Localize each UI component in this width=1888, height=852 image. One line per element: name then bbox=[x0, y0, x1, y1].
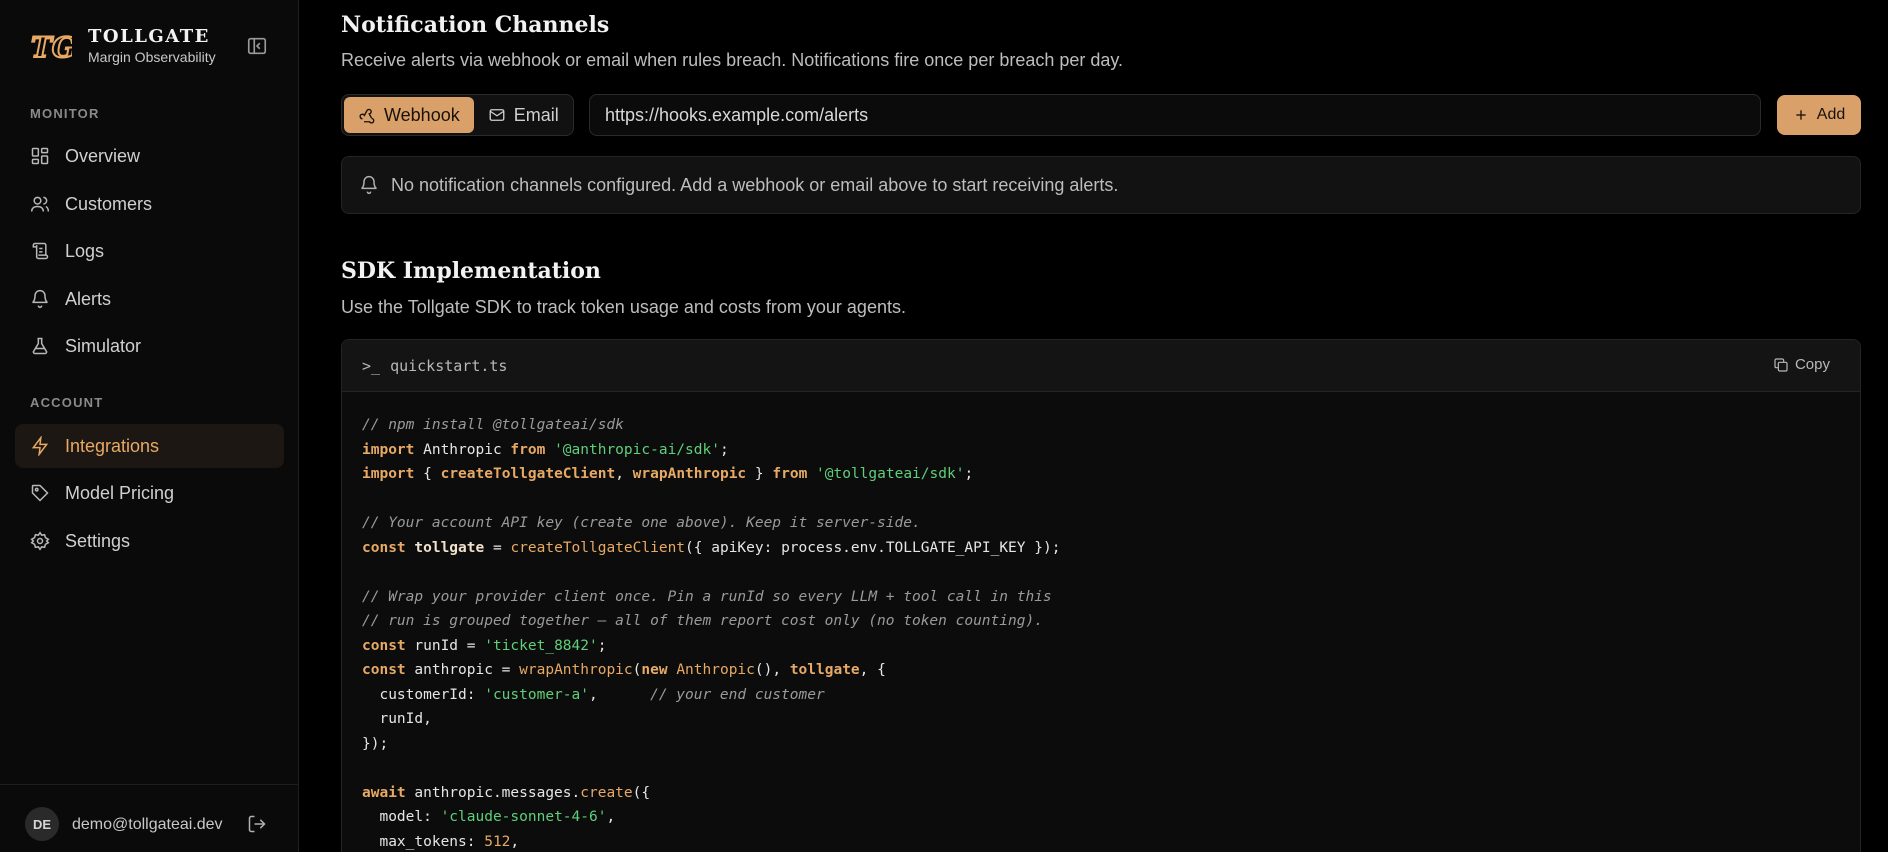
sidebar-item-overview[interactable]: Overview bbox=[15, 134, 284, 178]
copy-label: Copy bbox=[1794, 356, 1830, 373]
sidebar-item-label: Logs bbox=[65, 240, 105, 261]
grid-icon bbox=[30, 146, 50, 166]
tollgate-logo-icon: TG bbox=[30, 30, 72, 64]
sidebar: TG TOLLGATE Margin Observability MONITOR… bbox=[0, 0, 299, 852]
notifications-description: Receive alerts via webhook or email when… bbox=[341, 50, 1124, 70]
code-filename: quickstart.ts bbox=[390, 356, 508, 375]
nav-section-monitor: MONITOR bbox=[30, 106, 100, 121]
zap-icon bbox=[30, 436, 50, 456]
terminal-icon: >_ bbox=[362, 356, 381, 375]
sidebar-item-label: Overview bbox=[65, 145, 141, 166]
code-block: >_ quickstart.ts Copy // npm install @to… bbox=[341, 339, 1861, 852]
nav-section-account: ACCOUNT bbox=[30, 395, 104, 410]
avatar[interactable]: DE bbox=[25, 807, 59, 841]
sidebar-item-alerts[interactable]: Alerts bbox=[15, 277, 284, 321]
copy-button[interactable]: Copy bbox=[1773, 356, 1830, 373]
mail-icon bbox=[488, 106, 506, 124]
gear-icon bbox=[30, 531, 50, 551]
sidebar-item-label: Integrations bbox=[65, 435, 160, 456]
tab-email[interactable]: Email bbox=[474, 97, 573, 133]
flask-icon bbox=[30, 336, 50, 356]
tag-icon bbox=[30, 483, 50, 503]
users-icon bbox=[30, 194, 50, 214]
sidebar-item-label: Alerts bbox=[65, 288, 112, 309]
code-header: >_ quickstart.ts Copy bbox=[342, 340, 1860, 392]
user-bar: DE demo@tollgateai.dev bbox=[0, 784, 299, 852]
tab-webhook-label: Webhook bbox=[384, 104, 460, 125]
sidebar-item-customers[interactable]: Customers bbox=[15, 182, 284, 226]
code-content[interactable]: // npm install @tollgateai/sdk import An… bbox=[342, 392, 1860, 852]
sidebar-item-logs[interactable]: Logs bbox=[15, 229, 284, 273]
scroll-icon bbox=[30, 241, 50, 261]
svg-text:TG: TG bbox=[31, 31, 72, 64]
bell-icon bbox=[359, 175, 379, 195]
add-button-label: Add bbox=[1816, 106, 1846, 123]
plus-icon bbox=[1793, 107, 1809, 123]
sidebar-collapse-icon[interactable] bbox=[246, 35, 268, 57]
sidebar-item-label: Simulator bbox=[65, 335, 142, 356]
sdk-title: SDK Implementation bbox=[341, 258, 601, 284]
sidebar-item-label: Settings bbox=[65, 530, 131, 551]
brand[interactable]: TG TOLLGATE Margin Observability bbox=[30, 26, 216, 66]
add-channel-button[interactable]: Add bbox=[1777, 95, 1861, 135]
notifications-title: Notification Channels bbox=[341, 12, 610, 38]
webhook-url-input[interactable] bbox=[589, 94, 1761, 136]
copy-icon bbox=[1773, 357, 1789, 373]
sidebar-item-integrations[interactable]: Integrations bbox=[15, 424, 284, 468]
empty-notice-text: No notification channels configured. Add… bbox=[391, 174, 1119, 195]
brand-subtitle: Margin Observability bbox=[88, 49, 216, 65]
sidebar-item-label: Model Pricing bbox=[65, 482, 175, 503]
brand-name: TOLLGATE bbox=[88, 26, 210, 47]
tab-email-label: Email bbox=[513, 104, 559, 125]
sdk-description: Use the Tollgate SDK to track token usag… bbox=[341, 297, 906, 317]
logout-icon[interactable] bbox=[247, 814, 267, 834]
sidebar-item-model-pricing[interactable]: Model Pricing bbox=[15, 471, 284, 515]
webhook-icon bbox=[358, 106, 376, 124]
sidebar-item-simulator[interactable]: Simulator bbox=[15, 324, 284, 368]
channel-type-toggle: Webhook Email bbox=[341, 94, 574, 136]
user-email: demo@tollgateai.dev bbox=[72, 816, 223, 833]
bell-icon bbox=[30, 289, 50, 309]
sidebar-item-settings[interactable]: Settings bbox=[15, 519, 284, 563]
tab-webhook[interactable]: Webhook bbox=[344, 97, 474, 133]
sidebar-item-label: Customers bbox=[65, 193, 153, 214]
empty-channels-notice: No notification channels configured. Add… bbox=[341, 156, 1861, 214]
